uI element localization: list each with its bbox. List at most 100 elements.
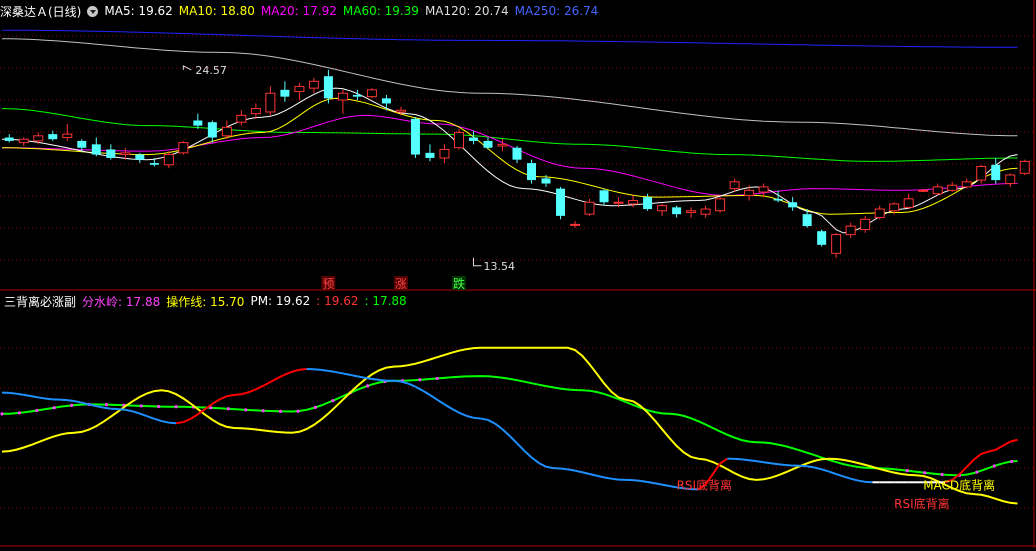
candle-body [5, 138, 14, 141]
pm-segment [234, 394, 241, 395]
fenshuiling-dot [244, 408, 247, 411]
signal-marker-label: 涨 [395, 276, 407, 291]
divergence-label: MACD底背离 [923, 477, 995, 492]
candle-body [890, 204, 899, 211]
candle-up [454, 129, 463, 149]
candle-body [440, 149, 449, 158]
candle-body [759, 187, 768, 192]
pm-segment [764, 462, 771, 463]
fenshuiling-dot [140, 404, 143, 407]
candle-body [411, 119, 420, 155]
pm-segment [546, 467, 553, 468]
fenshuiling-dot [1010, 460, 1013, 463]
candle-body [977, 166, 986, 180]
candle-body [991, 165, 1000, 180]
signal-marker: 跌 [452, 276, 466, 291]
pm-segment [662, 485, 669, 486]
candle-body [788, 202, 797, 207]
ma250-label: MA250: 26.74 [515, 4, 599, 18]
pm-segment [176, 422, 183, 423]
pm-segment [314, 369, 321, 370]
ma120-label: MA120: 20.74 [425, 4, 509, 18]
candle-body [803, 214, 812, 226]
candle-body [919, 190, 928, 191]
candle-body [106, 149, 115, 158]
pm-segment [299, 369, 306, 370]
fenshuiling-dot [993, 464, 996, 467]
pm-segment [67, 400, 74, 401]
candle-body [92, 144, 101, 154]
candle-body [382, 98, 391, 103]
candle-body [556, 189, 565, 216]
pm-segment [394, 381, 401, 382]
main-title: 深桑达Ａ(日线) [0, 3, 81, 20]
pm-segment [481, 419, 488, 420]
candle-body [150, 163, 159, 165]
pm-segment [104, 408, 111, 409]
red-value-label: : 19.62 [316, 294, 358, 308]
candle-body [745, 190, 754, 195]
pm-segment [9, 393, 16, 394]
candle-up [716, 197, 725, 212]
pm-segment [31, 396, 38, 397]
candle-body [251, 109, 260, 114]
green-value-label: : 17.88 [364, 294, 406, 308]
candle-body [338, 93, 347, 100]
candle-body [266, 93, 275, 112]
candle-body [135, 155, 144, 160]
pm-segment [771, 463, 778, 464]
candle-body [861, 219, 870, 229]
candle-body [353, 95, 362, 97]
pm-segment [17, 394, 24, 395]
fenshuiling-dot [53, 406, 56, 409]
candle-body [774, 199, 783, 201]
fenshuiling-label: 分水岭: 17.88 [82, 293, 160, 310]
candle-body [948, 185, 957, 190]
candle-body [295, 86, 304, 91]
signal-marker-label: 跌 [453, 276, 465, 291]
fenshuiling-dot [314, 406, 317, 409]
fenshuiling-dot [262, 409, 265, 412]
pm-segment [785, 465, 792, 466]
candle-body [846, 226, 855, 235]
fenshuiling-dot [436, 377, 439, 380]
candle-body [77, 141, 86, 148]
candle-body [48, 134, 57, 139]
pm-segment [357, 376, 364, 377]
fenshuiling-dot [975, 471, 978, 474]
pm-segment [735, 459, 742, 460]
candle-body [716, 199, 725, 211]
pm-segment [655, 483, 662, 484]
pm-segment [169, 423, 176, 424]
pm-segment [640, 481, 647, 482]
candle-body [658, 206, 667, 211]
dropdown-circle-icon[interactable] [87, 6, 98, 17]
pm-segment [372, 379, 379, 380]
candle-body [454, 132, 463, 147]
pm-segment [669, 486, 676, 487]
high-price-label: 24.57 [195, 64, 227, 77]
pm-segment [46, 399, 53, 400]
divergence-label: RSI底背离 [894, 496, 950, 511]
fenshuiling-dot [331, 399, 334, 402]
main-header: 深桑达Ａ(日线) MA5: 19.62 MA10: 18.80 MA20: 17… [0, 2, 604, 20]
candle-body [614, 202, 623, 203]
candle-body [817, 231, 826, 245]
pm-segment [648, 482, 655, 483]
candle-body [962, 182, 971, 187]
fenshuiling-dot [70, 404, 73, 407]
candle-body [498, 144, 507, 146]
candle-body [63, 134, 72, 137]
pm-segment [742, 459, 749, 460]
candle-body [600, 190, 609, 202]
candle-body [121, 153, 130, 155]
ma60-label: MA60: 19.39 [343, 4, 419, 18]
candle-body [193, 120, 202, 125]
candle-up [179, 141, 188, 155]
divergence-label: RSI底背离 [677, 477, 733, 492]
pm-segment [321, 370, 328, 371]
fenshuiling-dot [296, 410, 299, 413]
sub-header: 三背离必涨副 分水岭: 17.88 操作线: 15.70 PM: 19.62 :… [0, 292, 413, 310]
candle-body [875, 209, 884, 218]
fenshuiling-dot [906, 469, 909, 472]
